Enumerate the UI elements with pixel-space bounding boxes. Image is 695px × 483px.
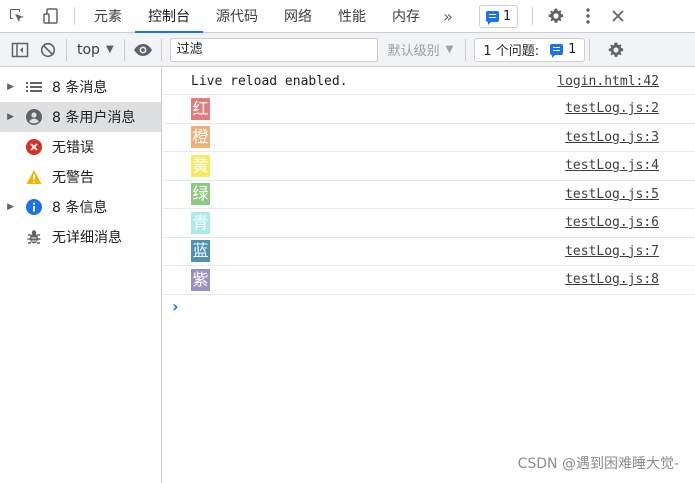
console-source-link[interactable]: testLog.js:2 xyxy=(565,101,659,116)
issues-label: 1 个问题: xyxy=(483,44,540,59)
sidebar-item-warnings[interactable]: 无警告 xyxy=(0,162,161,192)
log-levels-label: 默认级别 xyxy=(387,44,440,59)
sidebar-item-verbose[interactable]: 无详细消息 xyxy=(0,222,161,252)
message-icon xyxy=(486,11,499,25)
bug-icon xyxy=(26,229,42,245)
console-toolbar: top ▼ 默认级别 ▼ 1 个问题: 1 xyxy=(0,33,695,67)
inspect-element-icon[interactable] xyxy=(0,0,34,32)
tabbar-separator xyxy=(74,7,75,25)
sidebar-item-info[interactable]: ▶ 8 条信息 xyxy=(0,192,161,222)
console-message: 绿 testLog.js:5 xyxy=(163,181,695,209)
devtools-tabbar: 元素 控制台 源代码 网络 性能 内存 » 1 xyxy=(0,0,695,33)
settings-gear-icon[interactable] xyxy=(539,7,573,25)
close-devtools-icon[interactable] xyxy=(603,10,633,22)
toolbar-separator xyxy=(465,38,467,61)
warning-icon xyxy=(26,169,42,185)
live-expression-eye-icon[interactable] xyxy=(129,36,157,64)
more-options-icon[interactable] xyxy=(573,8,603,24)
log-levels-dropdown[interactable]: 默认级别 ▼ xyxy=(378,40,462,59)
chevron-down-icon: ▼ xyxy=(445,44,454,55)
tab-item[interactable]: 网络 xyxy=(271,0,325,32)
tabbar-separator xyxy=(532,7,534,25)
console-source-link[interactable]: testLog.js:3 xyxy=(565,130,659,145)
console-output: Live reload enabled. login.html:42 红 tes… xyxy=(163,68,695,483)
colored-log-text: 红 xyxy=(191,97,210,120)
console-message: 蓝 testLog.js:7 xyxy=(163,238,695,266)
device-toolbar-icon[interactable] xyxy=(34,0,68,32)
console-source-link[interactable]: testLog.js:5 xyxy=(565,187,659,202)
console-source-link[interactable]: login.html:42 xyxy=(557,74,659,89)
colored-log-text: 青 xyxy=(191,211,210,234)
console-message: 紫 testLog.js:8 xyxy=(163,266,695,295)
chevron-down-icon: ▼ xyxy=(105,44,114,55)
sidebar-item-label: 无警告 xyxy=(52,170,94,186)
console-source-link[interactable]: testLog.js:8 xyxy=(565,272,659,287)
sidebar-item-errors[interactable]: 无错误 xyxy=(0,132,161,162)
console-source-link[interactable]: testLog.js:7 xyxy=(565,244,659,259)
sidebar-item-label: 8 条消息 xyxy=(52,80,108,96)
console-message: 青 testLog.js:6 xyxy=(163,209,695,238)
tab-item[interactable]: 内存 xyxy=(379,0,433,32)
issues-count: 1 xyxy=(568,42,577,57)
console-message: Live reload enabled. login.html:42 xyxy=(163,68,695,95)
console-source-link[interactable]: testLog.js:4 xyxy=(565,158,659,173)
console-prompt[interactable]: › xyxy=(163,295,695,319)
tab-item[interactable]: 元素 xyxy=(81,0,135,32)
error-icon xyxy=(26,139,42,155)
expand-arrow-icon[interactable]: ▶ xyxy=(0,82,18,92)
toolbar-separator xyxy=(589,38,591,61)
console-message: 红 testLog.js:2 xyxy=(163,95,695,124)
sidebar-item-label: 8 条信息 xyxy=(52,200,108,216)
tab-item[interactable]: 源代码 xyxy=(203,0,271,32)
sidebar-item-messages[interactable]: ▶ 8 条消息 xyxy=(0,72,161,102)
issue-icon xyxy=(550,44,564,58)
console-sidebar: ▶ 8 条消息 ▶ 8 条用户消息 无错误 无警告 ▶ 8 条信息 无详细消息 xyxy=(0,68,162,483)
expand-arrow-icon[interactable]: ▶ xyxy=(0,112,18,122)
sidebar-item-label: 无详细消息 xyxy=(52,230,122,246)
expand-arrow-icon[interactable]: ▶ xyxy=(0,202,18,212)
tab-item[interactable]: 性能 xyxy=(325,0,379,32)
issues-button[interactable]: 1 个问题: 1 xyxy=(474,37,586,62)
console-settings-gear-icon[interactable] xyxy=(602,36,630,64)
sidebar-item-label: 无错误 xyxy=(52,140,94,156)
colored-log-text: 绿 xyxy=(191,183,210,206)
filter-input[interactable] xyxy=(169,37,378,62)
colored-log-text: 橙 xyxy=(191,126,210,149)
toolbar-separator xyxy=(123,38,125,61)
context-selector[interactable]: top ▼ xyxy=(71,42,120,58)
watermark: CSDN @遇到困难睡大觉- xyxy=(517,456,679,472)
context-label: top xyxy=(77,41,100,58)
messages-count: 1 xyxy=(503,9,512,24)
console-message-text: Live reload enabled. xyxy=(191,73,348,89)
sidebar-item-user-messages[interactable]: ▶ 8 条用户消息 xyxy=(0,102,161,132)
colored-log-text: 紫 xyxy=(191,268,210,291)
toolbar-separator xyxy=(160,38,162,61)
more-tabs-icon[interactable]: » xyxy=(433,0,463,32)
messages-badge[interactable]: 1 xyxy=(479,5,519,28)
colored-log-text: 黄 xyxy=(191,154,210,177)
colored-log-text: 蓝 xyxy=(191,240,210,263)
clear-console-icon[interactable] xyxy=(34,36,62,64)
prompt-chevron-icon: › xyxy=(172,297,179,316)
tab-list: 元素 控制台 源代码 网络 性能 内存 xyxy=(81,0,433,33)
list-icon xyxy=(26,79,42,95)
toolbar-separator xyxy=(66,38,67,61)
console-source-link[interactable]: testLog.js:6 xyxy=(565,215,659,230)
sidebar-item-label: 8 条用户消息 xyxy=(52,110,136,126)
info-icon xyxy=(26,199,42,215)
console-message: 橙 testLog.js:3 xyxy=(163,124,695,152)
console-message: 黄 testLog.js:4 xyxy=(163,152,695,181)
toggle-sidebar-icon[interactable] xyxy=(6,36,34,64)
tab-item[interactable]: 控制台 xyxy=(135,0,203,33)
user-icon xyxy=(26,109,42,125)
